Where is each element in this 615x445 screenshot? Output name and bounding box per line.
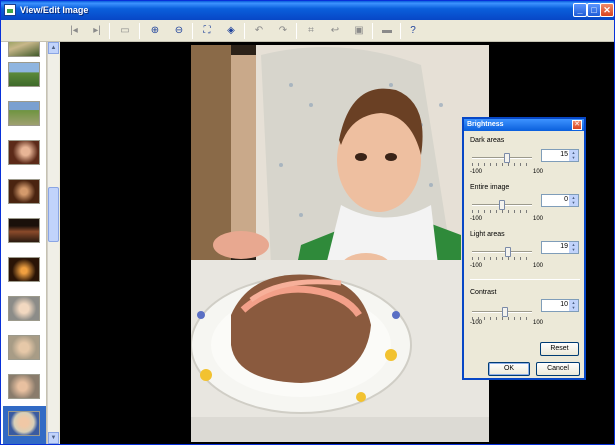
toolbar: |◂ ▸| ▭ ⊕ ⊖ ⛶ ◈ ↶ ↷ ⌗ ↩ ▣ ▬ ? bbox=[1, 20, 614, 42]
help-icon[interactable]: ? bbox=[405, 23, 421, 39]
print-icon[interactable]: ▬ bbox=[379, 23, 395, 39]
window-title: View/Edit Image bbox=[20, 5, 89, 15]
title-bar[interactable]: View/Edit Image _ □ ✕ bbox=[1, 1, 614, 20]
entire-image-value: 0 bbox=[564, 196, 568, 203]
toolbar-separator bbox=[400, 23, 401, 39]
ok-button[interactable]: OK bbox=[488, 362, 530, 376]
dark-areas-spinbox[interactable]: 15 ▲ ▼ bbox=[541, 149, 579, 162]
spin-arrows-icon[interactable]: ▲ ▼ bbox=[569, 195, 578, 206]
dark-areas-max: 100 bbox=[533, 169, 544, 175]
dialog-divider bbox=[470, 279, 580, 280]
contrast-max: 100 bbox=[533, 320, 544, 326]
light-areas-slider[interactable] bbox=[504, 247, 511, 257]
light-areas-label: Light areas bbox=[470, 231, 505, 238]
app-icon bbox=[4, 4, 16, 16]
rotate-left-icon[interactable]: ↶ bbox=[251, 23, 267, 39]
dark-areas-slider[interactable] bbox=[503, 153, 510, 163]
contrast-label: Contrast bbox=[470, 289, 497, 296]
contrast-slider[interactable] bbox=[502, 307, 508, 317]
thumbnail[interactable] bbox=[8, 179, 40, 204]
light-areas-ticks bbox=[472, 257, 532, 260]
light-areas-min: -100 bbox=[470, 263, 483, 269]
thumbnail[interactable] bbox=[8, 101, 40, 126]
fit-window-icon[interactable]: ⛶ bbox=[199, 23, 215, 39]
slideshow-icon[interactable]: ▭ bbox=[117, 23, 133, 39]
thumbnail-scrollbar[interactable]: ▲ ▼ bbox=[47, 42, 59, 444]
thumbnail[interactable] bbox=[8, 140, 40, 165]
first-image-icon[interactable]: |◂ bbox=[66, 23, 82, 39]
toolbar-separator bbox=[244, 23, 245, 39]
scroll-up-icon[interactable]: ▲ bbox=[48, 42, 59, 54]
spin-arrows-icon[interactable]: ▲ ▼ bbox=[569, 242, 578, 253]
cancel-button[interactable]: Cancel bbox=[536, 362, 580, 376]
thumbnail[interactable] bbox=[8, 257, 40, 282]
photo-illustration bbox=[191, 45, 489, 442]
contrast-spinbox[interactable]: 10 ▲ ▼ bbox=[541, 299, 579, 312]
thumbnail[interactable] bbox=[8, 218, 40, 243]
entire-image-slider[interactable] bbox=[499, 200, 505, 210]
zoom-out-icon[interactable]: ⊖ bbox=[171, 23, 187, 39]
toolbar-separator bbox=[192, 23, 193, 39]
undo-icon[interactable]: ↩ bbox=[327, 23, 343, 39]
rotate-right-icon[interactable]: ↷ bbox=[275, 23, 291, 39]
entire-image-max: 100 bbox=[533, 216, 544, 222]
thumbnail[interactable] bbox=[8, 42, 40, 57]
view-edit-image-window: View/Edit Image _ □ ✕ |◂ ▸| ▭ ⊕ ⊖ ⛶ ◈ ↶ … bbox=[0, 0, 615, 445]
next-image-icon[interactable]: ▸| bbox=[89, 23, 105, 39]
crop-icon[interactable]: ⌗ bbox=[303, 23, 319, 39]
selected-thumbnail[interactable] bbox=[6, 409, 42, 438]
dark-areas-label: Dark areas bbox=[470, 137, 505, 144]
photo-child-eating-cake bbox=[191, 45, 489, 442]
entire-image-ticks bbox=[472, 210, 532, 213]
scroll-down-icon[interactable]: ▼ bbox=[48, 432, 59, 444]
dark-areas-ticks bbox=[472, 163, 532, 166]
toolbar-separator bbox=[139, 23, 140, 39]
dark-areas-slider-track[interactable] bbox=[472, 157, 532, 159]
reset-button[interactable]: Reset bbox=[540, 342, 579, 356]
dark-areas-value: 15 bbox=[560, 151, 568, 158]
entire-image-min: -100 bbox=[470, 216, 483, 222]
contrast-value: 10 bbox=[560, 301, 568, 308]
spin-arrows-icon[interactable]: ▲ ▼ bbox=[569, 150, 578, 161]
toolbar-separator bbox=[296, 23, 297, 39]
light-areas-value: 19 bbox=[560, 243, 568, 250]
spin-arrows-icon[interactable]: ▲ ▼ bbox=[569, 300, 578, 311]
thumbnail[interactable] bbox=[8, 62, 40, 87]
toolbar-separator bbox=[109, 23, 110, 39]
minimize-button[interactable]: _ bbox=[573, 3, 587, 17]
entire-image-spinbox[interactable]: 0 ▲ ▼ bbox=[541, 194, 579, 207]
close-button[interactable]: ✕ bbox=[600, 3, 614, 17]
dark-areas-min: -100 bbox=[470, 169, 483, 175]
thumbnail[interactable] bbox=[8, 296, 40, 321]
entire-image-label: Entire image bbox=[470, 184, 510, 191]
thumbnail[interactable] bbox=[8, 335, 40, 360]
dialog-title: Brightness bbox=[464, 119, 584, 131]
contrast-min: -100 bbox=[470, 320, 483, 326]
zoom-in-icon[interactable]: ⊕ bbox=[147, 23, 163, 39]
toolbar-separator bbox=[372, 23, 373, 39]
scrollbar-thumb[interactable] bbox=[48, 187, 59, 242]
light-areas-max: 100 bbox=[533, 263, 544, 269]
thumbnail[interactable] bbox=[8, 374, 40, 399]
brightness-dialog: Brightness ✕ Dark areas 15 ▲ ▼ -100 100 E… bbox=[462, 117, 586, 380]
maximize-button[interactable]: □ bbox=[587, 3, 601, 17]
save-icon[interactable]: ▣ bbox=[351, 23, 367, 39]
thumbnail-strip bbox=[1, 42, 47, 444]
dialog-close-icon[interactable]: ✕ bbox=[572, 120, 582, 130]
light-areas-slider-track[interactable] bbox=[472, 251, 532, 253]
light-areas-spinbox[interactable]: 19 ▲ ▼ bbox=[541, 241, 579, 254]
actual-size-icon[interactable]: ◈ bbox=[223, 23, 239, 39]
